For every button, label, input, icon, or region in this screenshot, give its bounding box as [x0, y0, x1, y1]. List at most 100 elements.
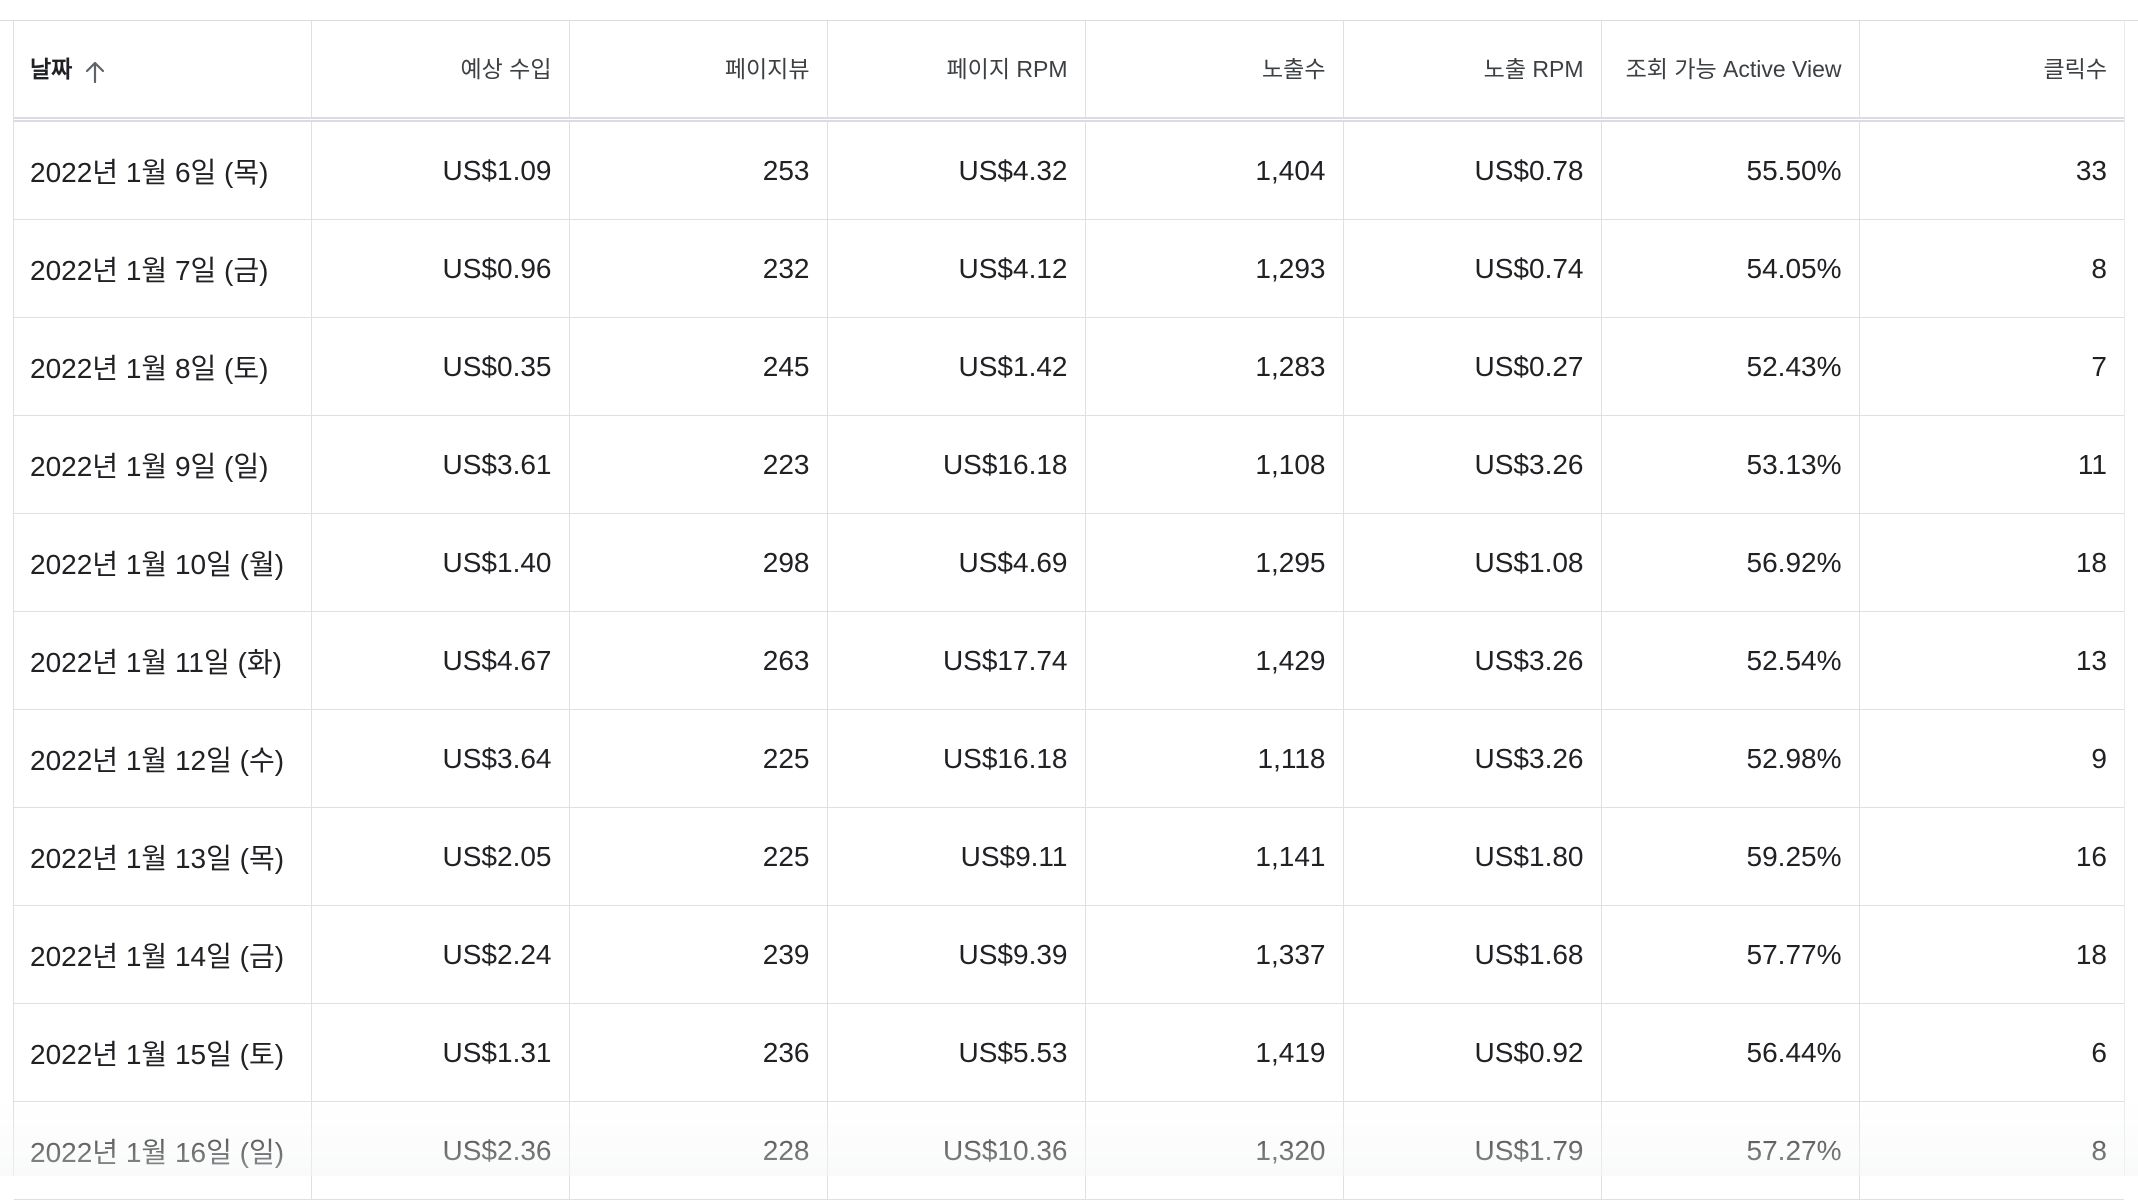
cell-impression-rpm: US$0.74	[1343, 219, 1602, 318]
table-row: 2022년 1월 11일 (화) US$4.67 263 US$17.74 1,429 U…	[14, 611, 2124, 710]
cell-active-view-viewable: 56.92%	[1601, 513, 1860, 612]
cell-date: 2022년 1월 6일 (목)	[14, 119, 312, 220]
cell-active-view-viewable: 57.27%	[1601, 1101, 1860, 1200]
cell-impression-rpm: US$1.80	[1343, 807, 1602, 906]
column-header-label: 페이지뷰	[724, 55, 810, 82]
cell-page-views: 228	[569, 1101, 828, 1200]
cell-impression-rpm: US$3.26	[1343, 709, 1602, 808]
table-row: 2022년 1월 12일 (수) US$3.64 225 US$16.18 1,118 U…	[14, 709, 2124, 808]
cell-page-views: 298	[569, 513, 828, 612]
cell-estimated-earnings: US$1.31	[311, 1003, 570, 1102]
cell-impressions: 1,404	[1085, 119, 1344, 220]
cell-page-rpm: US$4.12	[827, 219, 1086, 318]
cell-impression-rpm: US$3.26	[1343, 611, 1602, 710]
table-header: 날짜 예상 수입 페이지뷰 페이지 RPM 노출수 노출 RPM 조회 가능 A…	[14, 21, 2124, 122]
cell-active-view-viewable: 56.44%	[1601, 1003, 1860, 1102]
cell-estimated-earnings: US$3.64	[311, 709, 570, 808]
cell-impression-rpm: US$0.27	[1343, 317, 1602, 416]
table-row: 2022년 1월 14일 (금) US$2.24 239 US$9.39 1,337 US…	[14, 905, 2124, 1004]
table-body: 2022년 1월 6일 (목) US$1.09 253 US$4.32 1,404 US$…	[14, 119, 2124, 1200]
cell-impression-rpm: US$0.78	[1343, 119, 1602, 220]
cell-clicks: 6	[1859, 1003, 2124, 1102]
cell-clicks: 33	[1859, 119, 2124, 220]
cell-date: 2022년 1월 9일 (일)	[14, 415, 312, 514]
table-row: 2022년 1월 13일 (목) US$2.05 225 US$9.11 1,141 US…	[14, 807, 2124, 906]
column-header-date[interactable]: 날짜	[14, 21, 312, 122]
cell-clicks: 16	[1859, 807, 2124, 906]
cell-clicks: 8	[1859, 219, 2124, 318]
table-row: 2022년 1월 16일 (일) US$2.36 228 US$10.36 1,320 U…	[14, 1101, 2124, 1200]
cell-estimated-earnings: US$1.09	[311, 119, 570, 220]
cell-active-view-viewable: 52.43%	[1601, 317, 1860, 416]
column-header-page-rpm[interactable]: 페이지 RPM	[827, 21, 1086, 122]
cell-impression-rpm: US$1.79	[1343, 1101, 1602, 1200]
cell-clicks: 9	[1859, 709, 2124, 808]
column-header-label: 예상 수입	[460, 55, 552, 82]
cell-page-views: 253	[569, 119, 828, 220]
table-row: 2022년 1월 10일 (월) US$1.40 298 US$4.69 1,295 US…	[14, 513, 2124, 612]
cell-active-view-viewable: 54.05%	[1601, 219, 1860, 318]
cell-page-rpm: US$4.69	[827, 513, 1086, 612]
table-row: 2022년 1월 7일 (금) US$0.96 232 US$4.12 1,293 US$…	[14, 219, 2124, 318]
column-header-label: 클릭수	[2043, 55, 2107, 82]
cell-page-rpm: US$16.18	[827, 709, 1086, 808]
cell-page-views: 223	[569, 415, 828, 514]
cell-date: 2022년 1월 7일 (금)	[14, 219, 312, 318]
cell-active-view-viewable: 59.25%	[1601, 807, 1860, 906]
cell-estimated-earnings: US$0.35	[311, 317, 570, 416]
cell-page-rpm: US$9.39	[827, 905, 1086, 1004]
cell-date: 2022년 1월 14일 (금)	[14, 905, 312, 1004]
report-table-container: 날짜 예상 수입 페이지뷰 페이지 RPM 노출수 노출 RPM 조회 가능 A…	[0, 0, 2138, 1200]
column-header-estimated-earnings[interactable]: 예상 수입	[311, 21, 570, 122]
cell-clicks: 7	[1859, 317, 2124, 416]
cell-page-views: 239	[569, 905, 828, 1004]
cell-date: 2022년 1월 16일 (일)	[14, 1101, 312, 1200]
cell-date: 2022년 1월 15일 (토)	[14, 1003, 312, 1102]
cell-impressions: 1,118	[1085, 709, 1344, 808]
cell-impressions: 1,320	[1085, 1101, 1344, 1200]
cell-impressions: 1,295	[1085, 513, 1344, 612]
cell-date: 2022년 1월 12일 (수)	[14, 709, 312, 808]
cell-impressions: 1,283	[1085, 317, 1344, 416]
cell-estimated-earnings: US$2.05	[311, 807, 570, 906]
cell-active-view-viewable: 55.50%	[1601, 119, 1860, 220]
cell-active-view-viewable: 57.77%	[1601, 905, 1860, 1004]
column-header-page-views[interactable]: 페이지뷰	[569, 21, 828, 122]
header-row: 날짜 예상 수입 페이지뷰 페이지 RPM 노출수 노출 RPM 조회 가능 A…	[14, 21, 2124, 122]
right-divider	[2124, 20, 2125, 1176]
cell-page-views: 245	[569, 317, 828, 416]
cell-impression-rpm: US$1.08	[1343, 513, 1602, 612]
column-header-clicks[interactable]: 클릭수	[1859, 21, 2124, 122]
cell-estimated-earnings: US$2.24	[311, 905, 570, 1004]
cell-date: 2022년 1월 11일 (화)	[14, 611, 312, 710]
cell-impression-rpm: US$3.26	[1343, 415, 1602, 514]
cell-page-views: 232	[569, 219, 828, 318]
arrow-up-icon[interactable]	[84, 60, 106, 84]
cell-page-rpm: US$1.42	[827, 317, 1086, 416]
cell-page-rpm: US$9.11	[827, 807, 1086, 906]
cell-estimated-earnings: US$0.96	[311, 219, 570, 318]
cell-impression-rpm: US$0.92	[1343, 1003, 1602, 1102]
cell-page-rpm: US$17.74	[827, 611, 1086, 710]
cell-estimated-earnings: US$3.61	[311, 415, 570, 514]
cell-date: 2022년 1월 10일 (월)	[14, 513, 312, 612]
cell-page-rpm: US$4.32	[827, 119, 1086, 220]
cell-impressions: 1,419	[1085, 1003, 1344, 1102]
cell-page-rpm: US$16.18	[827, 415, 1086, 514]
cell-active-view-viewable: 52.54%	[1601, 611, 1860, 710]
cell-clicks: 11	[1859, 415, 2124, 514]
cell-active-view-viewable: 53.13%	[1601, 415, 1860, 514]
column-header-impressions[interactable]: 노출수	[1085, 21, 1344, 122]
cell-clicks: 18	[1859, 905, 2124, 1004]
cell-estimated-earnings: US$1.40	[311, 513, 570, 612]
column-header-label: 날짜	[30, 55, 73, 82]
cell-date: 2022년 1월 13일 (목)	[14, 807, 312, 906]
cell-page-views: 225	[569, 807, 828, 906]
cell-impressions: 1,141	[1085, 807, 1344, 906]
cell-clicks: 8	[1859, 1101, 2124, 1200]
cell-page-rpm: US$5.53	[827, 1003, 1086, 1102]
cell-estimated-earnings: US$4.67	[311, 611, 570, 710]
column-header-impression-rpm[interactable]: 노출 RPM	[1343, 21, 1602, 122]
cell-estimated-earnings: US$2.36	[311, 1101, 570, 1200]
column-header-active-view-viewable[interactable]: 조회 가능 Active View	[1601, 21, 1860, 122]
